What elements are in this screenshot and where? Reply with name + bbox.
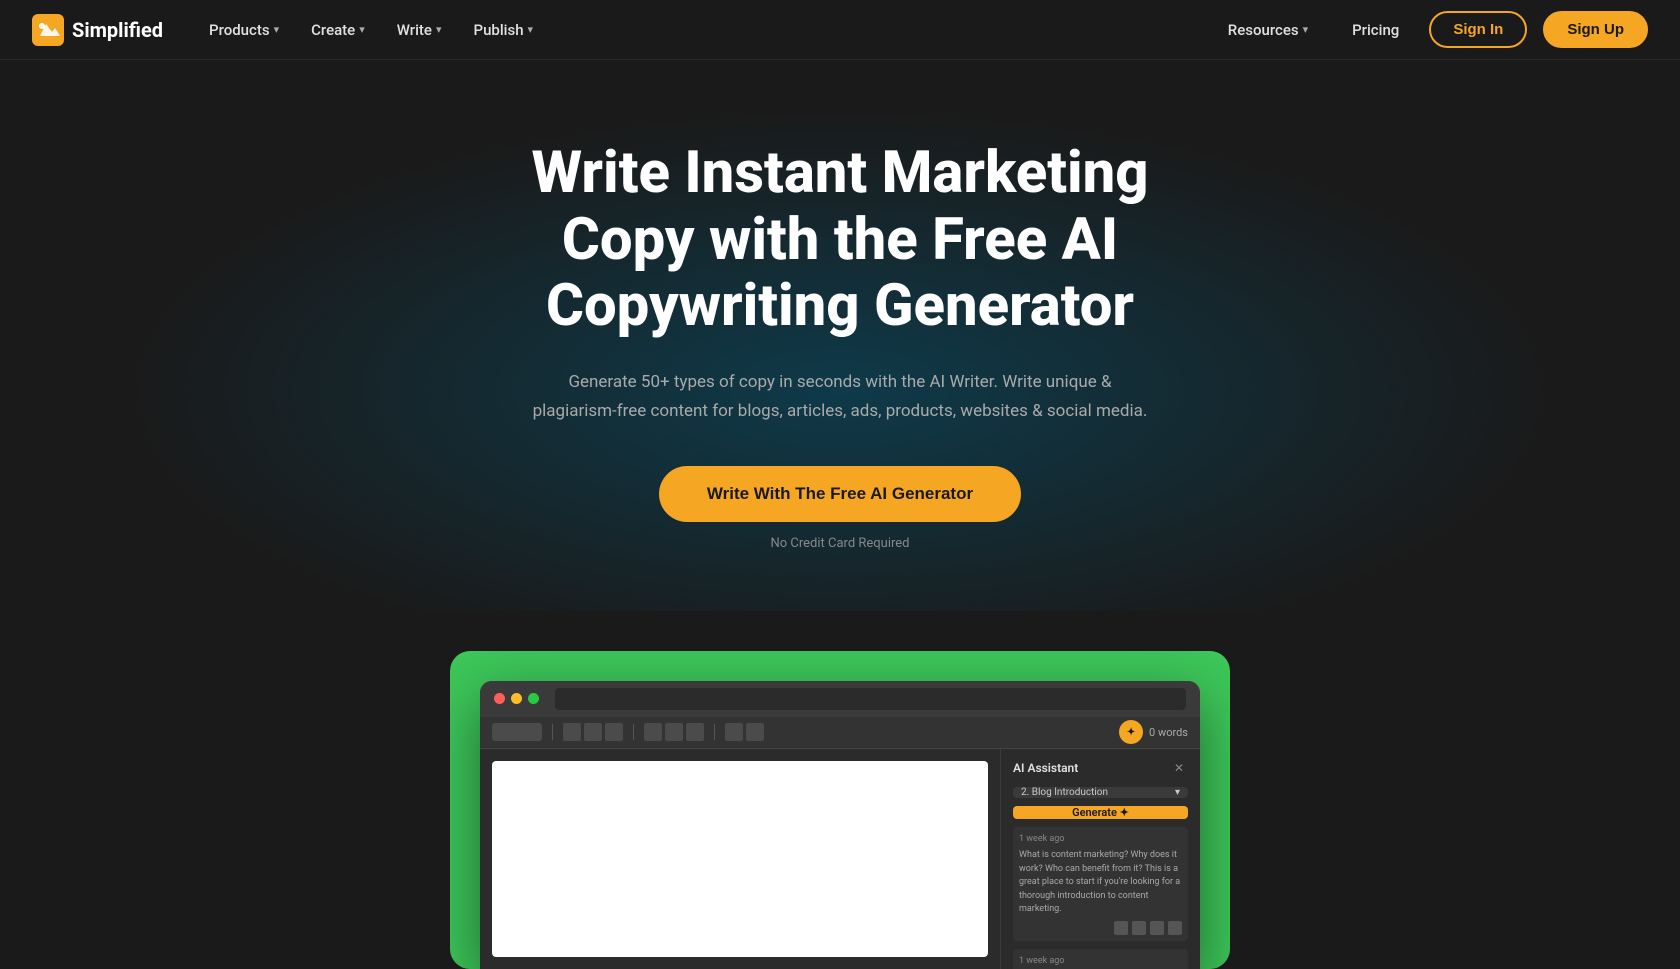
signup-button[interactable]: Sign Up — [1543, 11, 1648, 48]
toolbar-format-group — [563, 723, 623, 741]
toolbar-align-group — [644, 723, 704, 741]
ai-panel: AI Assistant ✕ 2. Blog Introduction ▾ Ge… — [1000, 749, 1200, 969]
toolbar-link-btn[interactable] — [725, 723, 743, 741]
ai-message-2: 1 week ago — [1013, 949, 1188, 969]
browser-dot-yellow — [511, 693, 522, 704]
toolbar-underline-btn[interactable] — [605, 723, 623, 741]
ai-message-actions — [1019, 921, 1182, 935]
chevron-down-icon: ▾ — [359, 23, 365, 36]
ai-message-timestamp: 1 week ago — [1019, 833, 1182, 847]
ai-type-dropdown[interactable]: 2. Blog Introduction ▾ — [1013, 787, 1188, 798]
nav-publish[interactable]: Publish ▾ — [460, 13, 548, 47]
ai-panel-title: AI Assistant — [1013, 761, 1078, 775]
cta-button[interactable]: Write With The Free AI Generator — [659, 466, 1021, 522]
browser-dot-green — [528, 693, 539, 704]
toolbar-separator-2 — [633, 724, 634, 740]
chevron-down-icon: ▾ — [1175, 787, 1180, 798]
toolbar-style-dropdown[interactable] — [492, 723, 542, 741]
chevron-down-icon: ▾ — [528, 23, 534, 36]
toolbar-extra-group — [725, 723, 764, 741]
toolbar-align-center-btn[interactable] — [665, 723, 683, 741]
logo-icon — [32, 14, 64, 46]
ai-message-1: 1 week ago What is content marketing? Wh… — [1013, 827, 1188, 941]
nav-pricing[interactable]: Pricing — [1338, 13, 1413, 47]
browser-window: ✦ 0 words AI Assistant ✕ 2. Blog Introdu… — [480, 681, 1200, 969]
ai-copy-icon[interactable] — [1114, 921, 1128, 935]
ai-panel-header: AI Assistant ✕ — [1013, 761, 1188, 775]
toolbar-word-count: ✦ 0 words — [1119, 720, 1188, 744]
editor-body: AI Assistant ✕ 2. Blog Introduction ▾ Ge… — [480, 749, 1200, 969]
ai-generate-button[interactable]: Generate ✦ — [1013, 806, 1188, 819]
hero-subtitle: Generate 50+ types of copy in seconds wi… — [530, 368, 1150, 426]
brand-name: Simplified — [72, 18, 163, 42]
ai-message-text: What is content marketing? Why does it w… — [1019, 849, 1182, 917]
word-count-icon: ✦ — [1119, 720, 1143, 744]
browser-url-bar — [555, 688, 1186, 710]
toolbar-separator-3 — [714, 724, 715, 740]
toolbar-align-left-btn[interactable] — [644, 723, 662, 741]
preview-wrapper: ✦ 0 words AI Assistant ✕ 2. Blog Introdu… — [450, 651, 1230, 969]
hero-title: Write Instant Marketing Copy with the Fr… — [490, 140, 1190, 340]
ai-panel-close-button[interactable]: ✕ — [1174, 761, 1188, 775]
chevron-down-icon: ▾ — [274, 23, 280, 36]
hero-note: No Credit Card Required — [770, 536, 909, 551]
toolbar-align-right-btn[interactable] — [686, 723, 704, 741]
ai-more-icon[interactable] — [1168, 921, 1182, 935]
navbar-right: Resources ▾ Pricing Sign In Sign Up — [1214, 11, 1648, 48]
hero-section: Write Instant Marketing Copy with the Fr… — [0, 60, 1680, 611]
editor-main-area[interactable] — [492, 761, 988, 957]
browser-dot-red — [494, 693, 505, 704]
chevron-down-icon: ▾ — [436, 23, 442, 36]
chevron-down-icon: ▾ — [1303, 23, 1309, 36]
editor-toolbar: ✦ 0 words — [480, 717, 1200, 749]
nav-resources[interactable]: Resources ▾ — [1214, 13, 1322, 47]
nav-products[interactable]: Products ▾ — [195, 13, 293, 47]
toolbar-italic-btn[interactable] — [584, 723, 602, 741]
toolbar-image-btn[interactable] — [746, 723, 764, 741]
navbar-links: Products ▾ Create ▾ Write ▾ Publish ▾ — [195, 13, 1214, 47]
browser-bar — [480, 681, 1200, 717]
nav-create[interactable]: Create ▾ — [297, 13, 379, 47]
preview-section: ✦ 0 words AI Assistant ✕ 2. Blog Introdu… — [0, 611, 1680, 969]
word-count-text: 0 words — [1149, 726, 1188, 739]
ai-thumbsdown-icon[interactable] — [1150, 921, 1164, 935]
signin-button[interactable]: Sign In — [1429, 11, 1527, 48]
nav-write[interactable]: Write ▾ — [383, 13, 456, 47]
toolbar-separator — [552, 724, 553, 740]
ai-thumbsup-icon[interactable] — [1132, 921, 1146, 935]
logo-link[interactable]: Simplified — [32, 14, 163, 46]
toolbar-bold-btn[interactable] — [563, 723, 581, 741]
navbar: Simplified Products ▾ Create ▾ Write ▾ P… — [0, 0, 1680, 60]
ai-message2-timestamp: 1 week ago — [1019, 955, 1182, 969]
